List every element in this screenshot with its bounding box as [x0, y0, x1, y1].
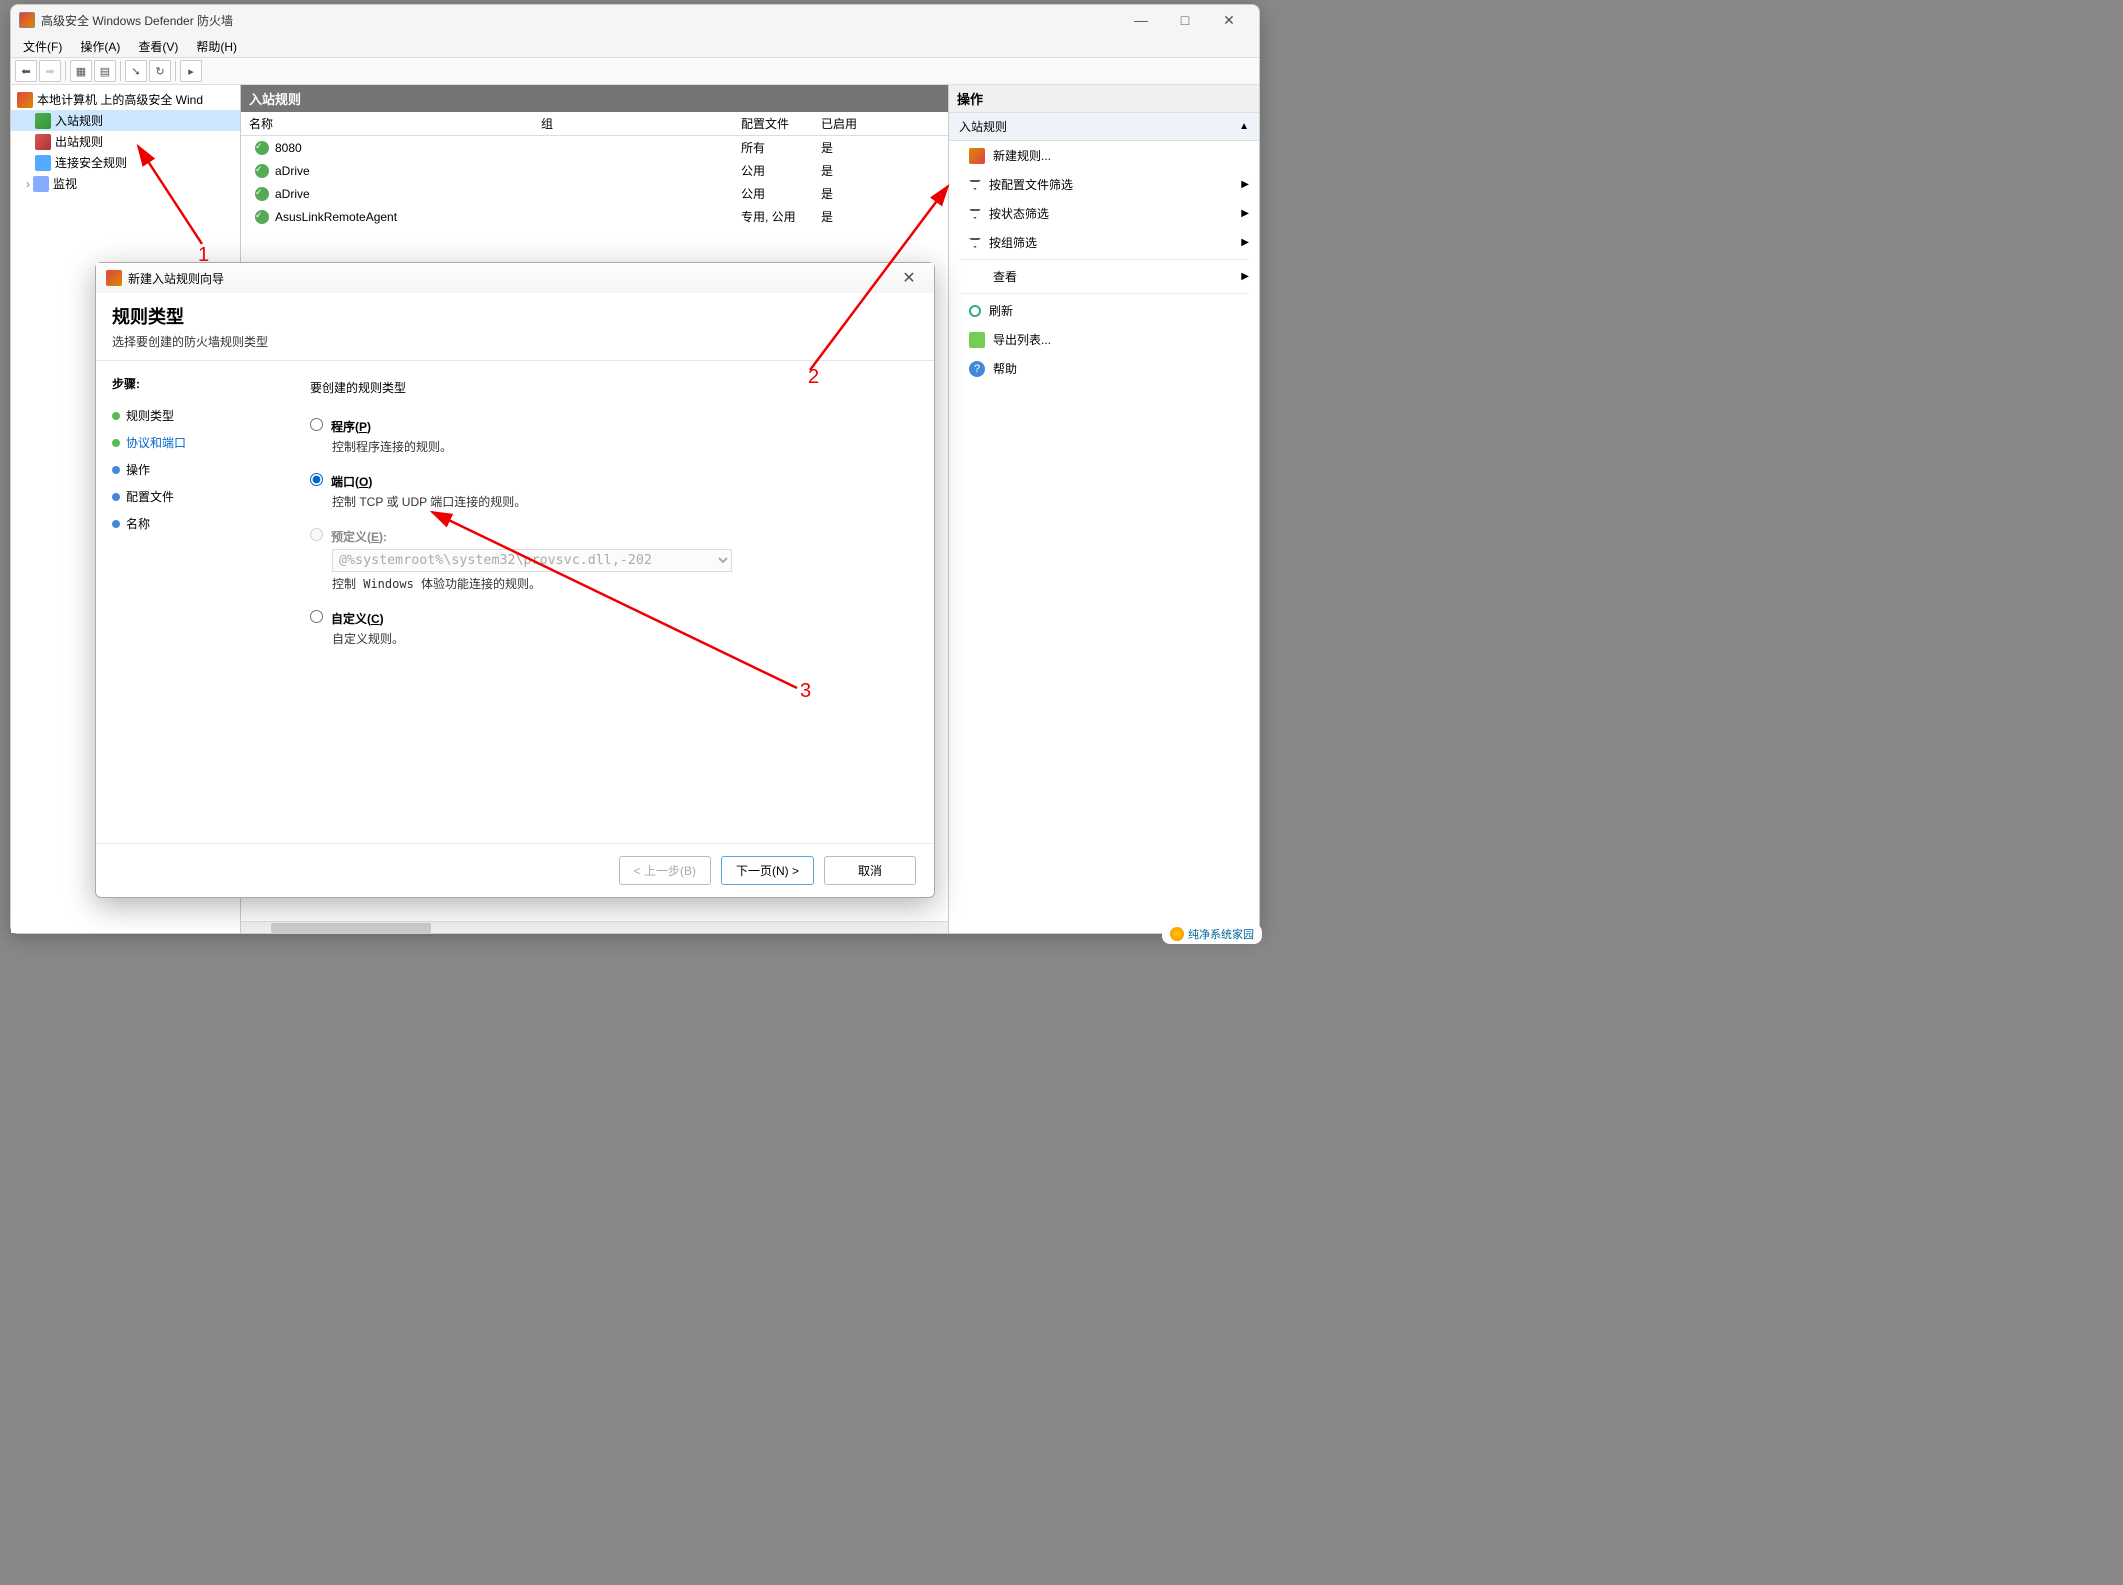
action-filter-group[interactable]: 按组筛选▶ [949, 228, 1259, 257]
tree-inbound-rules[interactable]: 入站规则 [11, 110, 240, 131]
tree-monitor[interactable]: ›监视 [11, 173, 240, 194]
action-help[interactable]: ?帮助 [949, 354, 1259, 383]
toolbar: ⬅ ➡ ▦ ▤ ➘ ↻ ▸ [11, 57, 1259, 85]
menu-view[interactable]: 查看(V) [130, 36, 186, 57]
wizard-question: 要创建的规则类型 [310, 379, 910, 396]
steps-label: 步骤: [112, 375, 270, 392]
window-title: 高级安全 Windows Defender 防火墙 [41, 12, 233, 29]
refresh-icon [969, 305, 981, 317]
menu-help[interactable]: 帮助(H) [188, 36, 245, 57]
wizard-title: 新建入站规则向导 [128, 270, 224, 287]
radio-program[interactable] [310, 418, 323, 431]
step-action[interactable]: 操作 [112, 456, 270, 483]
step-protocol-port[interactable]: 协议和端口 [112, 429, 270, 456]
nav-forward-button[interactable]: ➡ [39, 60, 61, 82]
option-program[interactable]: 程序(P) 控制程序连接的规则。 [310, 418, 910, 455]
action-export[interactable]: 导出列表... [949, 325, 1259, 354]
wizard-header: 规则类型 选择要创建的防火墙规则类型 [96, 293, 934, 361]
toolbar-button[interactable]: ▦ [70, 60, 92, 82]
rule-row[interactable]: ✓aDrive公用是 [241, 182, 948, 205]
action-new-rule[interactable]: 新建规则... [949, 141, 1259, 170]
filter-icon [969, 238, 981, 248]
horizontal-scrollbar[interactable] [241, 921, 948, 933]
filter-icon [969, 209, 981, 219]
help-icon: ? [969, 361, 985, 377]
rule-row[interactable]: ✓AsusLinkRemoteAgent专用, 公用是 [241, 205, 948, 228]
next-button[interactable]: 下一页(N) > [721, 856, 814, 885]
rule-icon [969, 148, 985, 164]
close-button[interactable]: ✕ [1207, 6, 1251, 34]
action-filter-profile[interactable]: 按配置文件筛选▶ [949, 170, 1259, 199]
radio-predefined[interactable] [310, 528, 323, 541]
maximize-button[interactable]: □ [1163, 6, 1207, 34]
actions-header: 操作 [949, 85, 1259, 113]
watermark: 纯净系统家园 [1162, 924, 1262, 944]
toolbar-button[interactable]: ▸ [180, 60, 202, 82]
rule-row[interactable]: ✓aDrive公用是 [241, 159, 948, 182]
back-button: < 上一步(B) [619, 856, 711, 885]
wizard-steps: 步骤: 规则类型 协议和端口 操作 配置文件 名称 [96, 361, 286, 843]
column-headers[interactable]: 名称 组 配置文件 已启用 [241, 112, 948, 136]
toolbar-button[interactable]: ➘ [125, 60, 147, 82]
enabled-icon: ✓ [255, 210, 269, 224]
wizard-content: 要创建的规则类型 程序(P) 控制程序连接的规则。 端口(O) 控制 TCP 或… [286, 361, 934, 843]
step-profile[interactable]: 配置文件 [112, 483, 270, 510]
wizard-close-button[interactable]: ✕ [894, 268, 924, 288]
enabled-icon: ✓ [255, 187, 269, 201]
actions-panel: 操作 入站规则▲ 新建规则... 按配置文件筛选▶ 按状态筛选▶ 按组筛选▶ 查… [949, 85, 1259, 933]
wizard-title-bar: 新建入站规则向导 ✕ [96, 263, 934, 293]
cancel-button[interactable]: 取消 [824, 856, 916, 885]
wizard-footer: < 上一步(B) 下一页(N) > 取消 [96, 843, 934, 897]
tree-outbound-rules[interactable]: 出站规则 [11, 131, 240, 152]
predefined-select: @%systemroot%\system32\provsvc.dll,-202 [332, 549, 732, 572]
rule-row[interactable]: ✓8080所有是 [241, 136, 948, 159]
wizard-heading: 规则类型 [112, 303, 918, 329]
col-name: 名称 [241, 115, 541, 132]
enabled-icon: ✓ [255, 141, 269, 155]
col-enabled: 已启用 [821, 115, 881, 132]
minimize-button[interactable]: — [1119, 6, 1163, 34]
radio-port[interactable] [310, 473, 323, 486]
option-predefined[interactable]: 预定义(E): @%systemroot%\system32\provsvc.d… [310, 528, 910, 592]
wizard-subheading: 选择要创建的防火墙规则类型 [112, 333, 918, 350]
menu-file[interactable]: 文件(F) [15, 36, 70, 57]
wizard-icon [106, 270, 122, 286]
action-filter-state[interactable]: 按状态筛选▶ [949, 199, 1259, 228]
action-view[interactable]: 查看▶ [949, 262, 1259, 291]
title-bar: 高级安全 Windows Defender 防火墙 — □ ✕ [11, 5, 1259, 35]
col-profile: 配置文件 [741, 115, 821, 132]
tree-root[interactable]: 本地计算机 上的高级安全 Wind [11, 89, 240, 110]
menu-bar: 文件(F) 操作(A) 查看(V) 帮助(H) [11, 35, 1259, 57]
toolbar-button[interactable]: ▤ [94, 60, 116, 82]
new-rule-wizard: 新建入站规则向导 ✕ 规则类型 选择要创建的防火墙规则类型 步骤: 规则类型 协… [95, 262, 935, 898]
app-icon [19, 12, 35, 28]
menu-action[interactable]: 操作(A) [72, 36, 128, 57]
col-group: 组 [541, 115, 741, 132]
filter-icon [969, 180, 981, 190]
toolbar-refresh-button[interactable]: ↻ [149, 60, 171, 82]
step-name[interactable]: 名称 [112, 510, 270, 537]
actions-subheader[interactable]: 入站规则▲ [949, 113, 1259, 141]
export-icon [969, 332, 985, 348]
action-refresh[interactable]: 刷新 [949, 296, 1259, 325]
rules-header: 入站规则 [241, 85, 948, 112]
tree-conn-security[interactable]: 连接安全规则 [11, 152, 240, 173]
option-custom[interactable]: 自定义(C) 自定义规则。 [310, 610, 910, 647]
radio-custom[interactable] [310, 610, 323, 623]
option-port[interactable]: 端口(O) 控制 TCP 或 UDP 端口连接的规则。 [310, 473, 910, 510]
step-rule-type[interactable]: 规则类型 [112, 402, 270, 429]
enabled-icon: ✓ [255, 164, 269, 178]
nav-back-button[interactable]: ⬅ [15, 60, 37, 82]
